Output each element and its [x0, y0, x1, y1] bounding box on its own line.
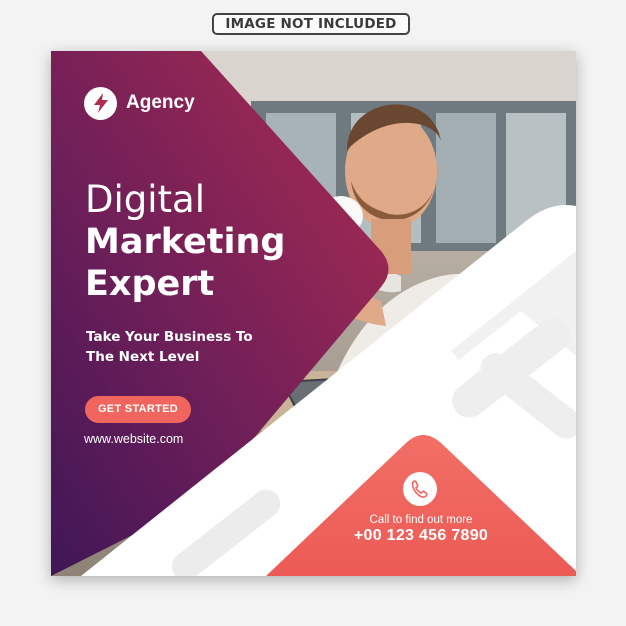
headline-line-2: Marketing [85, 222, 286, 262]
headline-line-1: Digital [85, 178, 205, 221]
tagline: Take Your Business To The Next Level [86, 327, 253, 367]
headline-line-3: Expert [85, 264, 215, 304]
lightning-bolt-icon [84, 86, 117, 120]
phone-number[interactable]: +00 123 456 7890 [331, 527, 511, 545]
phone-icon[interactable] [403, 472, 437, 506]
brand-name: Agency [126, 92, 195, 113]
tagline-line-2: The Next Level [86, 349, 200, 365]
website-link[interactable]: www.website.com [84, 432, 183, 446]
image-not-included-badge: IMAGE NOT INCLUDED [212, 13, 410, 35]
get-started-button[interactable]: GET STARTED [85, 396, 191, 423]
headline: Digital Marketing Expert [85, 179, 285, 305]
tagline-line-1: Take Your Business To [86, 329, 253, 345]
brand-logo[interactable]: Agency [84, 85, 195, 121]
call-to-action-label: Call to find out more [369, 514, 473, 526]
social-post-card: Agency Digital Marketing Expert Take You… [51, 51, 576, 576]
